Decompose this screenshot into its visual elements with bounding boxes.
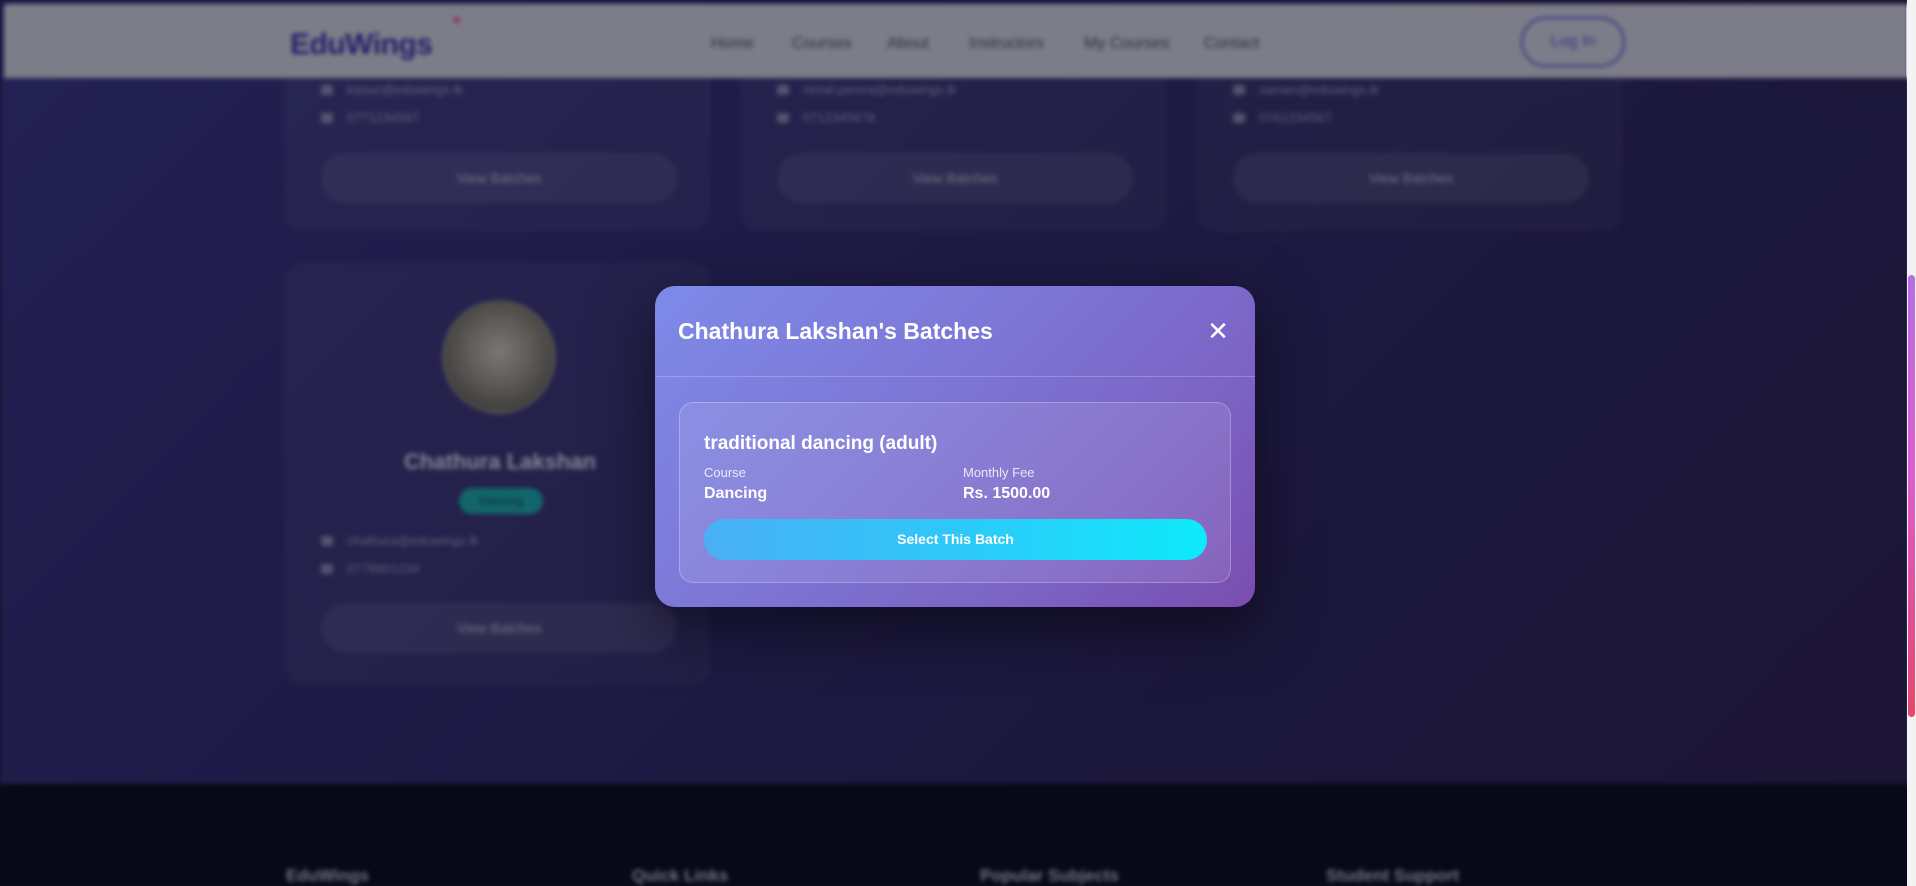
batch-card: traditional dancing (adult) Course Danci… (679, 402, 1231, 583)
modal-title: Chathura Lakshan's Batches (678, 318, 993, 344)
batch-name: traditional dancing (adult) (704, 433, 938, 454)
monthly-fee-label: Monthly Fee (963, 465, 1035, 480)
monthly-fee-value: Rs. 1500.00 (963, 485, 1051, 502)
course-value: Dancing (704, 485, 768, 502)
close-icon[interactable]: ✕ (1203, 316, 1233, 346)
course-label: Course (704, 465, 746, 480)
modal-header: Chathura Lakshan's Batches ✕ (655, 286, 1255, 377)
select-batch-button[interactable]: Select This Batch (704, 519, 1207, 560)
batches-modal: Chathura Lakshan's Batches ✕ traditional… (655, 286, 1255, 607)
scrollbar-thumb[interactable] (1908, 275, 1915, 717)
